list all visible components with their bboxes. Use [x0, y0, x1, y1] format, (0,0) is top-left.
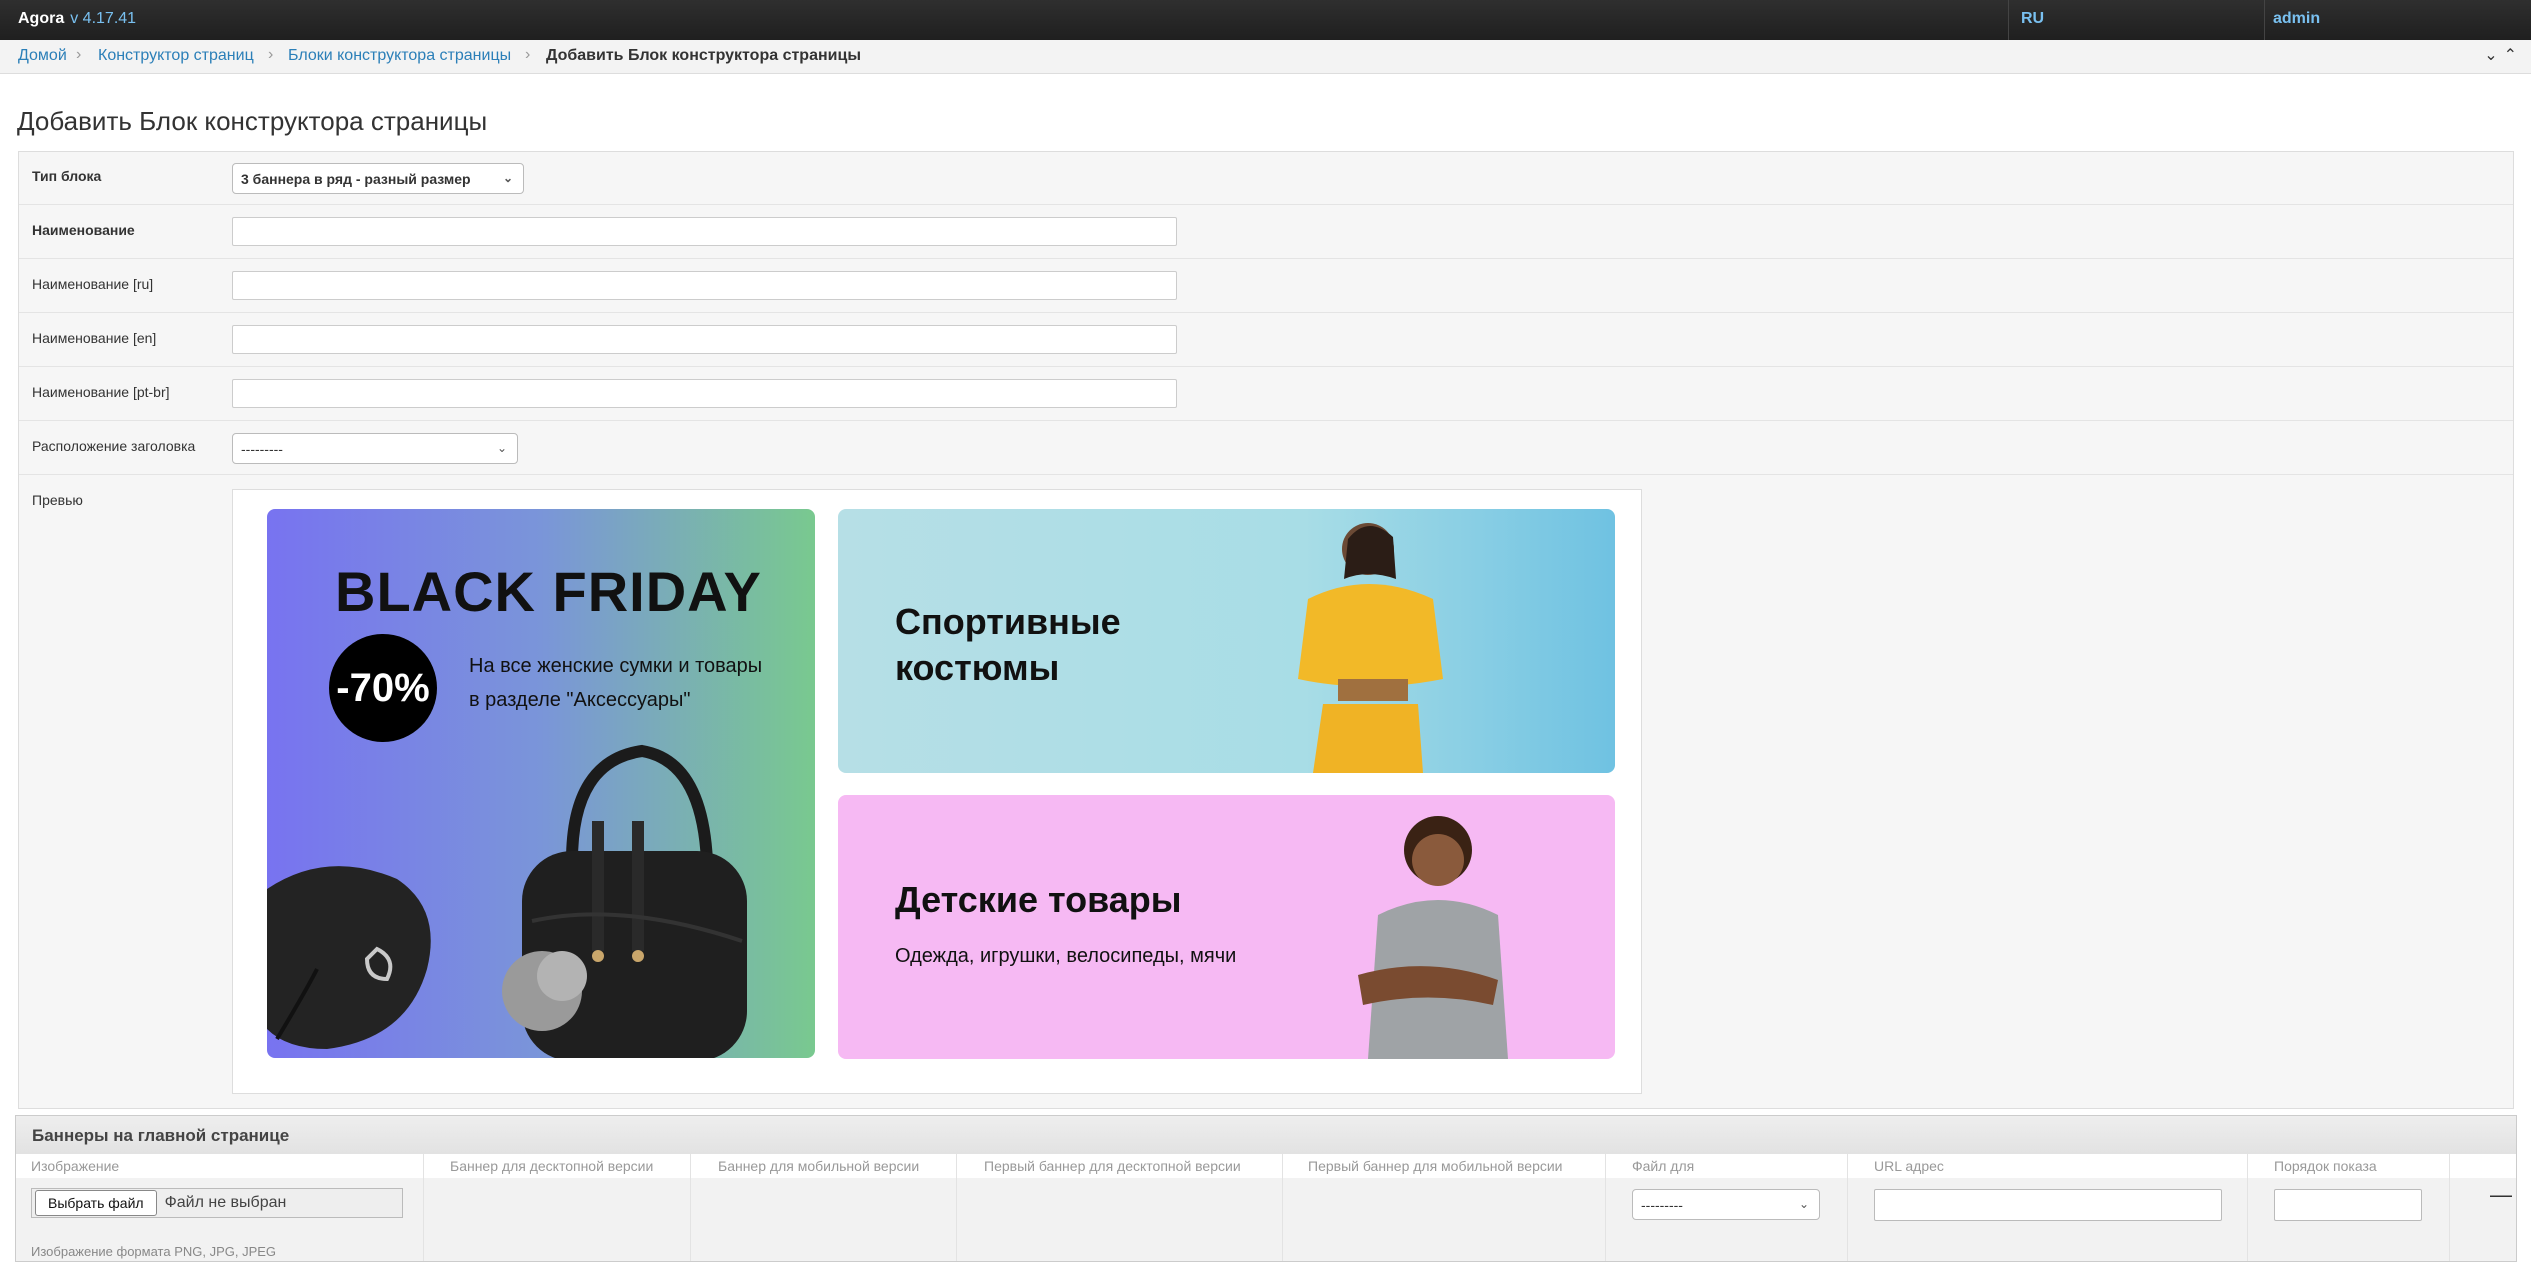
handbag-image [502, 744, 747, 1058]
top-header: Agora v 4.17.41 RU admin [0, 0, 2531, 40]
block-form: Тип блока 3 баннера в ряд - разный разме… [18, 151, 2514, 1109]
column-divider [2247, 1154, 2248, 1261]
name-ru-label: Наименование [ru] [32, 276, 154, 292]
header-divider [2264, 0, 2265, 40]
form-row-preview: Превью BLACK FRIDAY -70% На все женские … [19, 474, 2513, 1108]
name-en-label: Наименование [en] [32, 330, 157, 346]
name-ptbr-label: Наименование [pt-br] [32, 384, 170, 400]
brand[interactable]: Agora v 4.17.41 [18, 10, 136, 28]
name-input[interactable] [232, 217, 1177, 246]
banner-title-line: Спортивные [895, 601, 1121, 642]
block-type-label: Тип блока [32, 168, 102, 184]
collapse-down-icon[interactable]: ⌄ [2484, 47, 2497, 64]
app-name: Agora [18, 10, 65, 27]
user-menu[interactable]: admin [2273, 10, 2320, 28]
order-input[interactable] [2274, 1189, 2422, 1221]
header-divider [2008, 0, 2009, 40]
breadcrumb: Домой › Конструктор страниц › Блоки конс… [0, 40, 2531, 74]
breadcrumb-separator: › [525, 46, 531, 63]
column-header: Баннер для мобильной версии [718, 1158, 920, 1174]
title-position-select[interactable]: --------- ⌄ [232, 433, 518, 464]
banner-title: Спортивные костюмы [895, 599, 1215, 691]
file-format-hint: Изображение формата PNG, JPG, JPEG [31, 1244, 277, 1259]
page-title: Добавить Блок конструктора страницы [17, 106, 488, 136]
breadcrumb-home[interactable]: Домой [18, 47, 67, 64]
banner-title: BLACK FRIDAY [335, 560, 762, 623]
table-row: Выбрать файл Файл не выбран Изображение … [16, 1178, 2516, 1261]
preview-frame: BLACK FRIDAY -70% На все женские сумки и… [232, 489, 1642, 1094]
column-header: Изображение [31, 1158, 120, 1174]
banner-title: Детские товары [895, 879, 1182, 920]
block-type-value: 3 баннера в ряд - разный размер [241, 170, 471, 187]
chevron-down-icon: ⌄ [496, 441, 507, 455]
column-divider [956, 1154, 957, 1261]
choose-file-button[interactable]: Выбрать файл [35, 1190, 157, 1216]
breadcrumb-blocks[interactable]: Блоки конструктора страницы [288, 47, 511, 64]
column-header: Первый баннер для десктопной версии [984, 1158, 1241, 1174]
banner-black-friday: BLACK FRIDAY -70% На все женские сумки и… [267, 509, 815, 1058]
remove-row-icon[interactable]: — [2490, 1182, 2512, 1208]
column-header: Порядок показа [2274, 1158, 2377, 1174]
inline-title: Баннеры на главной странице [32, 1126, 290, 1145]
banner-sport-suits: Спортивные костюмы [838, 509, 1615, 773]
name-label: Наименование [32, 222, 135, 238]
form-row-name-en: Наименование [en] [19, 312, 2513, 367]
form-row-name-ru: Наименование [ru] [19, 258, 2513, 313]
discount-badge: -70% [329, 634, 437, 742]
file-status: Файл не выбран [164, 1194, 287, 1211]
form-row-block-type: Тип блока 3 баннера в ряд - разный разме… [19, 152, 2513, 205]
name-ru-input[interactable] [232, 271, 1177, 300]
model-in-yellow-image [1298, 523, 1443, 773]
banner-subtitle: На все женские сумки и товары в разделе … [469, 649, 779, 717]
column-header: URL адрес [1874, 1158, 1944, 1174]
column-header: Баннер для десктопной версии [450, 1158, 654, 1174]
column-header: Первый баннер для мобильной версии [1308, 1158, 1563, 1174]
file-for-select[interactable]: --------- ⌄ [1632, 1189, 1820, 1220]
form-row-title-position: Расположение заголовка --------- ⌄ [19, 420, 2513, 475]
breadcrumb-tools: ⌄ ⌃ [2478, 45, 2517, 65]
image-file-input[interactable]: Выбрать файл Файл не выбран [31, 1188, 403, 1218]
preview-label: Превью [32, 492, 83, 508]
form-row-name: Наименование [19, 204, 2513, 259]
column-divider [2449, 1154, 2450, 1261]
block-type-select[interactable]: 3 баннера в ряд - разный размер ⌄ [232, 163, 524, 194]
banner-title-line: костюмы [895, 647, 1060, 688]
column-header: Файл для [1632, 1158, 1695, 1174]
column-divider [423, 1154, 424, 1261]
column-divider [1282, 1154, 1283, 1261]
breadcrumb-current: Добавить Блок конструктора страницы [546, 47, 861, 64]
file-for-value: --------- [1641, 1196, 1683, 1213]
name-en-input[interactable] [232, 325, 1177, 354]
column-divider [1847, 1154, 1848, 1261]
app-version: v 4.17.41 [70, 10, 137, 27]
inline-table-header: Изображение Баннер для десктопной версии… [16, 1154, 2516, 1179]
breadcrumb-separator: › [76, 46, 82, 63]
title-position-value: --------- [241, 440, 283, 457]
url-input[interactable] [1874, 1189, 2222, 1221]
chevron-down-icon: ⌄ [502, 171, 513, 185]
banner-subtitle-line: в разделе "Аксессуары" [469, 689, 691, 711]
language-switcher[interactable]: RU [2021, 10, 2044, 28]
breadcrumb-page-builder[interactable]: Конструктор страниц [98, 47, 254, 64]
name-ptbr-input[interactable] [232, 379, 1177, 408]
breadcrumb-separator: › [268, 46, 274, 63]
shoulder-bag-image [267, 866, 431, 1049]
banners-inline: Баннеры на главной странице Изображение … [15, 1115, 2517, 1262]
column-divider [1605, 1154, 1606, 1261]
banner-subtitle-line: На все женские сумки и товары [469, 655, 763, 677]
form-row-name-ptbr: Наименование [pt-br] [19, 366, 2513, 421]
chevron-down-icon: ⌄ [1798, 1197, 1809, 1211]
collapse-up-icon[interactable]: ⌃ [2504, 47, 2517, 64]
banner-kids-goods: Детские товары Одежда, игрушки, велосипе… [838, 795, 1615, 1059]
title-position-label: Расположение заголовка [32, 438, 196, 454]
child-image [1358, 816, 1508, 1059]
inline-header: Баннеры на главной странице [16, 1116, 2516, 1155]
column-divider [690, 1154, 691, 1261]
banner-subtitle: Одежда, игрушки, велосипеды, мячи [895, 945, 1237, 967]
